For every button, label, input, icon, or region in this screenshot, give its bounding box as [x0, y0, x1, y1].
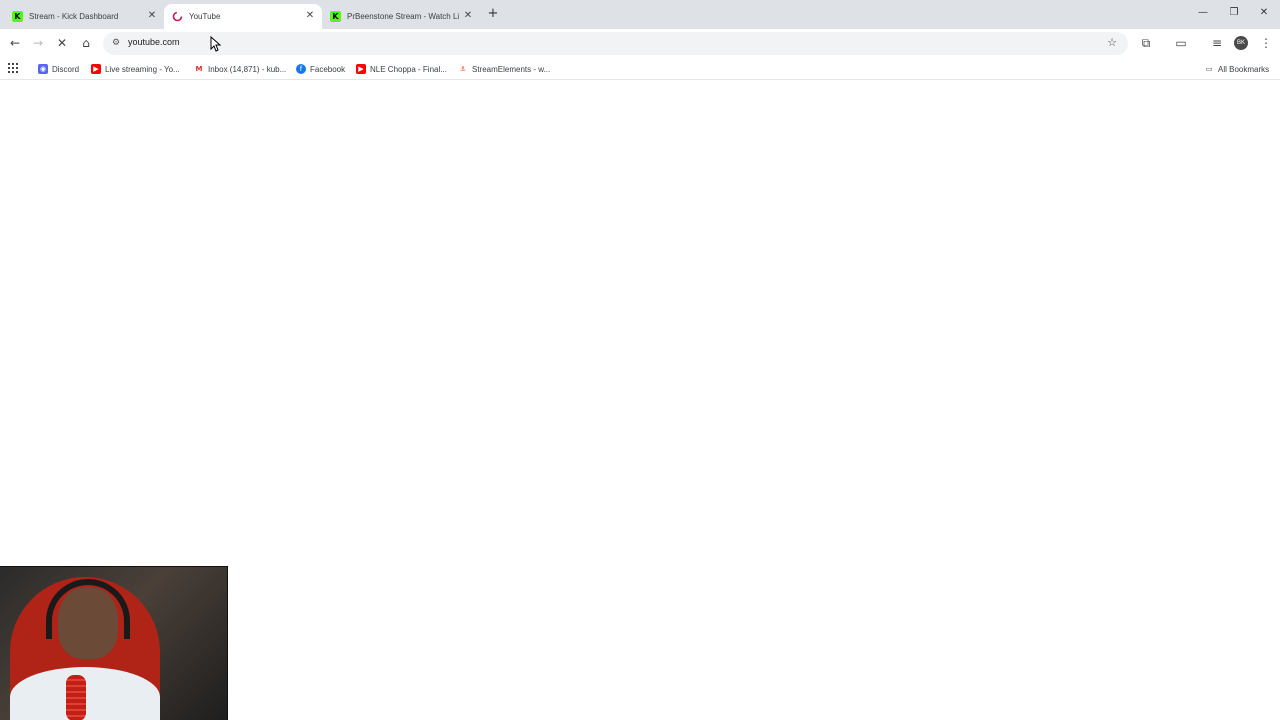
bookmark-streamelements[interactable]: ⚓ StreamElements - w...: [458, 63, 550, 75]
bookmark-label: NLE Choppa - Final...: [370, 64, 447, 74]
all-bookmarks-label: All Bookmarks: [1218, 64, 1270, 74]
extensions-icon[interactable]: ⧉: [1138, 35, 1154, 51]
close-window-icon[interactable]: ✕: [1257, 6, 1271, 20]
browser-toolbar: ← → ✕ ⌂ ⚙ youtube.com ☆ ⧉ ▭ ≡ BK ⋮: [0, 29, 1280, 58]
tab-title: YouTube: [189, 12, 221, 21]
microphone: [66, 675, 86, 720]
streamelements-icon: ⚓: [458, 64, 468, 74]
bookmark-label: Discord: [52, 64, 80, 74]
youtube-icon: ▶: [356, 64, 366, 74]
mouse-cursor-icon: [210, 36, 222, 52]
tab-youtube[interactable]: YouTube ✕: [164, 4, 322, 29]
restore-icon[interactable]: ❐: [1227, 6, 1241, 20]
new-tab-button[interactable]: +: [486, 7, 500, 21]
bookmark-label: StreamElements - w...: [472, 64, 551, 74]
cast-icon[interactable]: ▭: [1173, 35, 1189, 51]
bookmark-label: Live streaming - Yo...: [105, 64, 180, 74]
tab-kick-dashboard[interactable]: K Stream - Kick Dashboard ✕: [4, 4, 164, 29]
menu-icon[interactable]: ⋮: [1258, 35, 1274, 51]
tab-kick-watch[interactable]: K PrBeenstone Stream - Watch Li ✕: [322, 4, 480, 29]
apps-grid-icon[interactable]: [8, 63, 18, 73]
bookmark-facebook[interactable]: f Facebook: [296, 63, 345, 75]
address-bar[interactable]: ⚙ youtube.com ☆: [103, 32, 1128, 55]
close-tab-icon[interactable]: ✕: [146, 10, 158, 22]
bookmark-gmail[interactable]: M Inbox (14,871) - kub...: [194, 63, 286, 75]
gmail-icon: M: [194, 64, 204, 74]
folder-icon: ▭: [1204, 64, 1214, 74]
url-text[interactable]: youtube.com: [128, 37, 180, 47]
bookmark-label: Facebook: [310, 64, 346, 74]
tab-strip: K Stream - Kick Dashboard ✕ YouTube ✕ K …: [0, 0, 1280, 29]
bookmarks-bar: ◉ Discord ▶ Live streaming - Yo... M Inb…: [0, 58, 1280, 80]
site-info-icon[interactable]: ⚙: [110, 37, 122, 49]
home-icon[interactable]: ⌂: [78, 35, 94, 51]
bookmark-live-streaming[interactable]: ▶ Live streaming - Yo...: [91, 63, 180, 75]
webcam-overlay: [0, 566, 228, 720]
kick-icon: K: [330, 11, 341, 22]
tab-title: Stream - Kick Dashboard: [29, 12, 119, 21]
forward-icon[interactable]: →: [30, 35, 46, 51]
bookmark-label: Inbox (14,871) - kub...: [208, 64, 287, 74]
stop-loading-icon[interactable]: ✕: [54, 35, 70, 51]
bookmark-star-icon[interactable]: ☆: [1106, 37, 1118, 49]
avatar[interactable]: BK: [1234, 36, 1248, 50]
tab-title: PrBeenstone Stream - Watch Li: [347, 12, 459, 21]
bookmark-discord[interactable]: ◉ Discord: [38, 63, 79, 75]
discord-icon: ◉: [38, 64, 48, 74]
bookmark-nle-choppa[interactable]: ▶ NLE Choppa - Final...: [356, 63, 447, 75]
kick-icon: K: [12, 11, 23, 22]
close-tab-icon[interactable]: ✕: [304, 10, 316, 22]
all-bookmarks-button[interactable]: ▭ All Bookmarks: [1204, 63, 1269, 75]
minimize-icon[interactable]: —: [1196, 6, 1210, 20]
youtube-icon: ▶: [91, 64, 101, 74]
media-controls-icon[interactable]: ≡: [1209, 35, 1225, 51]
youtube-loading-icon: [172, 11, 183, 22]
back-icon[interactable]: ←: [7, 35, 23, 51]
facebook-icon: f: [296, 64, 306, 74]
close-tab-icon[interactable]: ✕: [462, 10, 474, 22]
